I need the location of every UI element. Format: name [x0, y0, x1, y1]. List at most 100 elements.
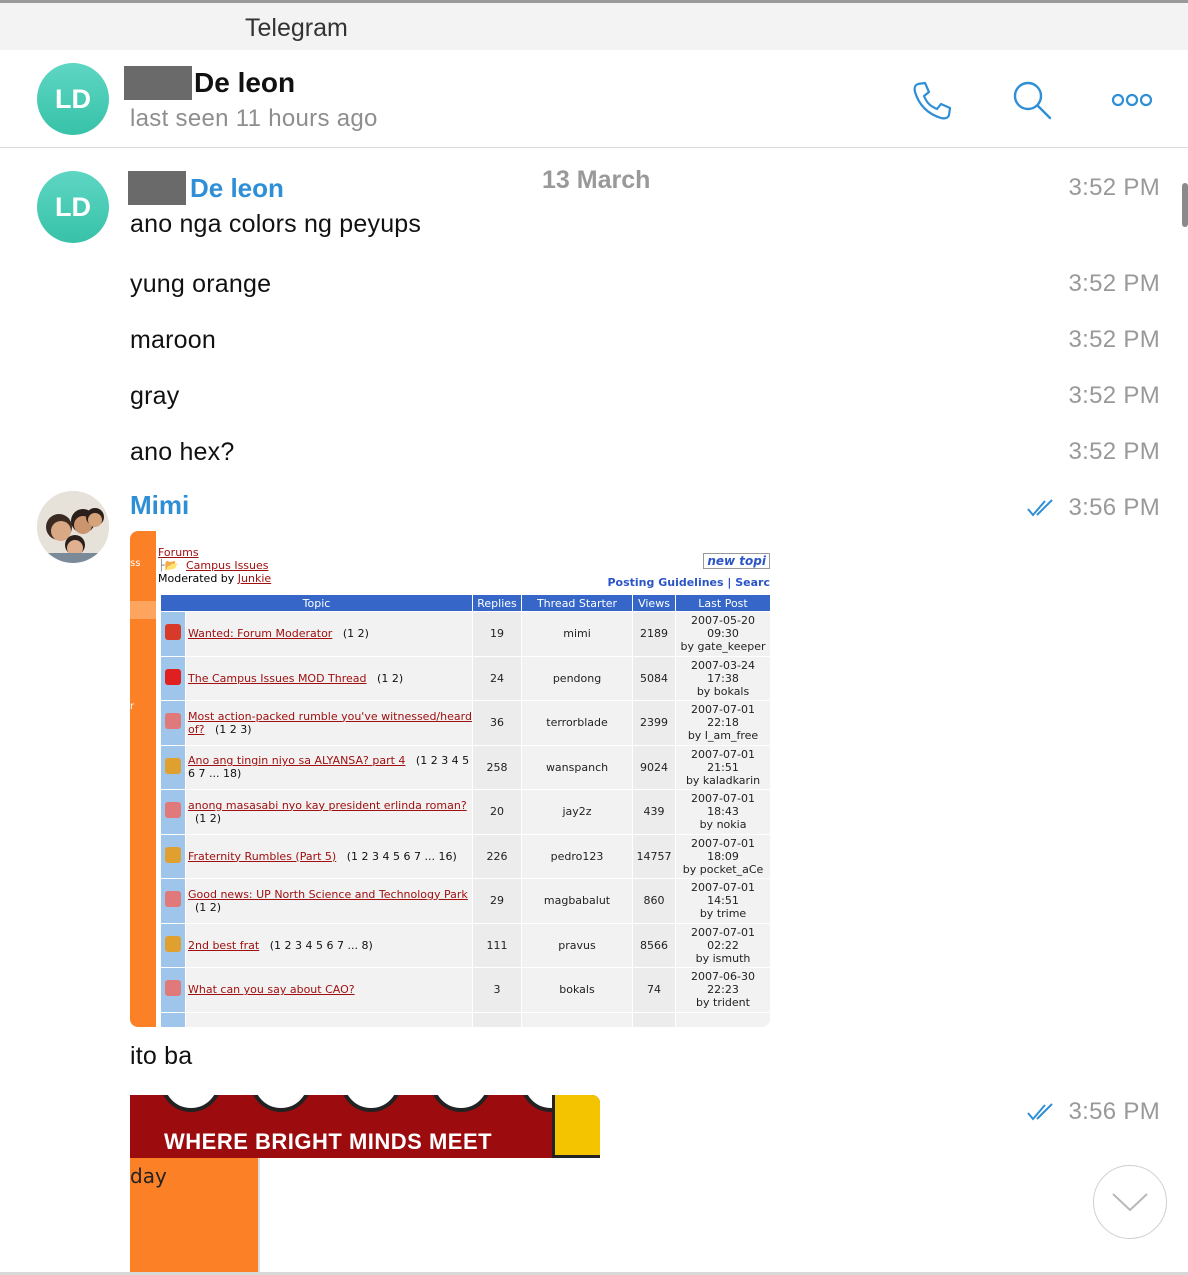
table-row: Most action-packed rumble you've witness… [161, 701, 770, 745]
topic-pages: (1 2) [195, 900, 222, 914]
topic-cell: Good news: UP North Science and Technolo… [186, 879, 473, 923]
last-post-by: by kaladkarin [685, 773, 761, 787]
slogan-text: WHERE BRIGHT MINDS MEET [164, 1129, 493, 1154]
scrollbar[interactable] [1182, 183, 1188, 227]
table-row: Wanted: Forum Moderator (1 2) 19 mimi 2189 2… [161, 612, 770, 656]
thread-starter-cell: pedro123 [522, 834, 633, 878]
topic-status-icon [161, 923, 185, 967]
sidebar-strip [130, 601, 156, 619]
views-cell: 9024 [633, 745, 676, 789]
message-time: 3:52 PM [1068, 438, 1160, 465]
message-time: 3:52 PM [1068, 270, 1160, 297]
last-post-by: by I_am_free [687, 729, 759, 743]
message-time-text: 3:56 PM [1068, 494, 1160, 521]
last-post-cell: 2007-07-01 21:51 by kaladkarin [676, 745, 770, 789]
thread-starter-cell: jay2z [522, 790, 633, 834]
phone-icon[interactable] [910, 78, 954, 122]
topic-cell: Most action-packed rumble you've witness… [186, 701, 473, 745]
topic-link: The Campus Issues MOD Thread [188, 671, 367, 685]
message-time: 3:52 PM [1068, 382, 1160, 409]
replies-cell [473, 1012, 522, 1027]
new-topic-button: new topi [703, 553, 770, 569]
message-sender[interactable]: Mimi [130, 490, 189, 521]
last-seen-status: last seen 11 hours ago [130, 105, 378, 132]
last-post-cell: 2007-06-30 22:23 by trident [676, 968, 770, 1012]
topic-cell: Wanted: Forum Moderator (1 2) [186, 612, 473, 656]
sender-name: Mimi [130, 490, 190, 520]
last-post-by: by nokia [699, 818, 747, 832]
topic-cell: What can you say about CAO? [186, 968, 473, 1012]
replies-cell: 226 [473, 834, 522, 878]
message-text: ano nga colors ng peyups [130, 210, 422, 238]
avatar[interactable] [37, 491, 109, 563]
read-checkmarks-icon [1026, 499, 1053, 517]
last-post-by: by trime [699, 907, 747, 921]
message-time: 3:52 PM [1068, 174, 1160, 201]
topic-icon [165, 1024, 181, 1027]
thread-starter-cell: bokals [522, 968, 633, 1012]
brand-colors-image[interactable]: WHERE BRIGHT MINDS MEET day [130, 1095, 600, 1275]
sidebar-text: r [130, 701, 135, 712]
message-time: 3:56 PM [1026, 494, 1160, 522]
column-header: Views [633, 595, 676, 611]
topic-cell: anong masasabi nyo kay president erlinda… [186, 790, 473, 834]
topic-link: Ano ang tingin niyo sa ALYANSA? part 4 [188, 754, 406, 768]
redacted-name-block [124, 66, 192, 100]
topic-pages: (1 2 3 4 5 6 7 ... 16) [346, 849, 457, 863]
sidebar-text: ss [130, 558, 141, 569]
thread-starter-cell [522, 1012, 633, 1027]
message-time-text: 3:56 PM [1068, 1098, 1160, 1125]
topic-link: Wanted: Forum Moderator [188, 627, 333, 641]
thread-starter-cell: pravus [522, 923, 633, 967]
window-titlebar: Telegram [0, 0, 1188, 50]
avatar[interactable]: LD [37, 63, 109, 135]
topic-link: 2nd best frat [188, 938, 260, 952]
last-post-by: by trident [696, 996, 750, 1010]
topic-link: anong masasabi nyo kay president erlinda… [188, 798, 467, 812]
table-row: Ano ang tingin niyo sa ALYANSA? part 4 (… [161, 745, 770, 789]
thread-starter-cell: terrorblade [522, 701, 633, 745]
message-avatar[interactable]: LD [37, 171, 109, 243]
message-sender[interactable]: De leon [128, 171, 284, 205]
table-row: anong masasabi nyo kay president erlinda… [161, 790, 770, 834]
table-row: Good news: UP North Science and Technolo… [161, 879, 770, 923]
topic-icon [165, 802, 181, 819]
last-post-cell: 2007-03-24 17:38 by bokals [676, 656, 770, 700]
forum-screenshot-image[interactable]: ss r Forums ├📂 Campus Issues Moderated by… [130, 531, 770, 1027]
views-cell: 2399 [633, 701, 676, 745]
last-post-time: 22:18 [707, 716, 739, 730]
topic-pages: (1 2 3) [214, 722, 252, 736]
contact-name[interactable]: De leon [124, 66, 295, 100]
last-post-date: 2007-07-01 [691, 747, 755, 761]
chevron-down-icon [1112, 1193, 1148, 1212]
replies-cell: 36 [473, 701, 522, 745]
more-icon[interactable] [1110, 78, 1154, 122]
last-post-time: 21:51 [707, 760, 739, 774]
redacted-name-block [128, 171, 186, 205]
topic-status-icon [161, 612, 185, 656]
topic-pages: (1 2) [195, 811, 222, 825]
contact-name-text: De leon [194, 67, 296, 98]
topic-status-icon [161, 701, 185, 745]
message-time: 3:56 PM [1026, 1098, 1160, 1126]
topic-status-icon [161, 834, 185, 878]
topic-cell [186, 1012, 473, 1027]
search-icon[interactable] [1010, 78, 1054, 122]
views-cell [633, 1012, 676, 1027]
message-list[interactable]: 13 March LD De leon 3:52 PM ano nga colo… [0, 149, 1188, 1275]
read-checkmarks-icon [1026, 1103, 1053, 1121]
breadcrumb-forums-link: Forums [158, 546, 199, 559]
topic-link: Fraternity Rumbles (Part 5) [188, 849, 337, 863]
replies-cell: 111 [473, 923, 522, 967]
forum-topic-table: Topic Replies Thread Starter Views Last … [160, 594, 770, 1027]
views-cell: 860 [633, 879, 676, 923]
table-row: 2nd best frat (1 2 3 4 5 6 7 ... 8) 111 pr… [161, 923, 770, 967]
last-post-by: by pocket_aCe [682, 862, 764, 876]
folder-icon: ├📂 [158, 559, 179, 572]
image-caption: ito ba [130, 1042, 193, 1070]
topic-icon [165, 668, 181, 685]
scroll-to-bottom-button[interactable] [1093, 1165, 1167, 1239]
last-post-time: 02:22 [707, 938, 739, 952]
date-separator: 13 March [542, 166, 651, 194]
topic-cell: 2nd best frat (1 2 3 4 5 6 7 ... 8) [186, 923, 473, 967]
